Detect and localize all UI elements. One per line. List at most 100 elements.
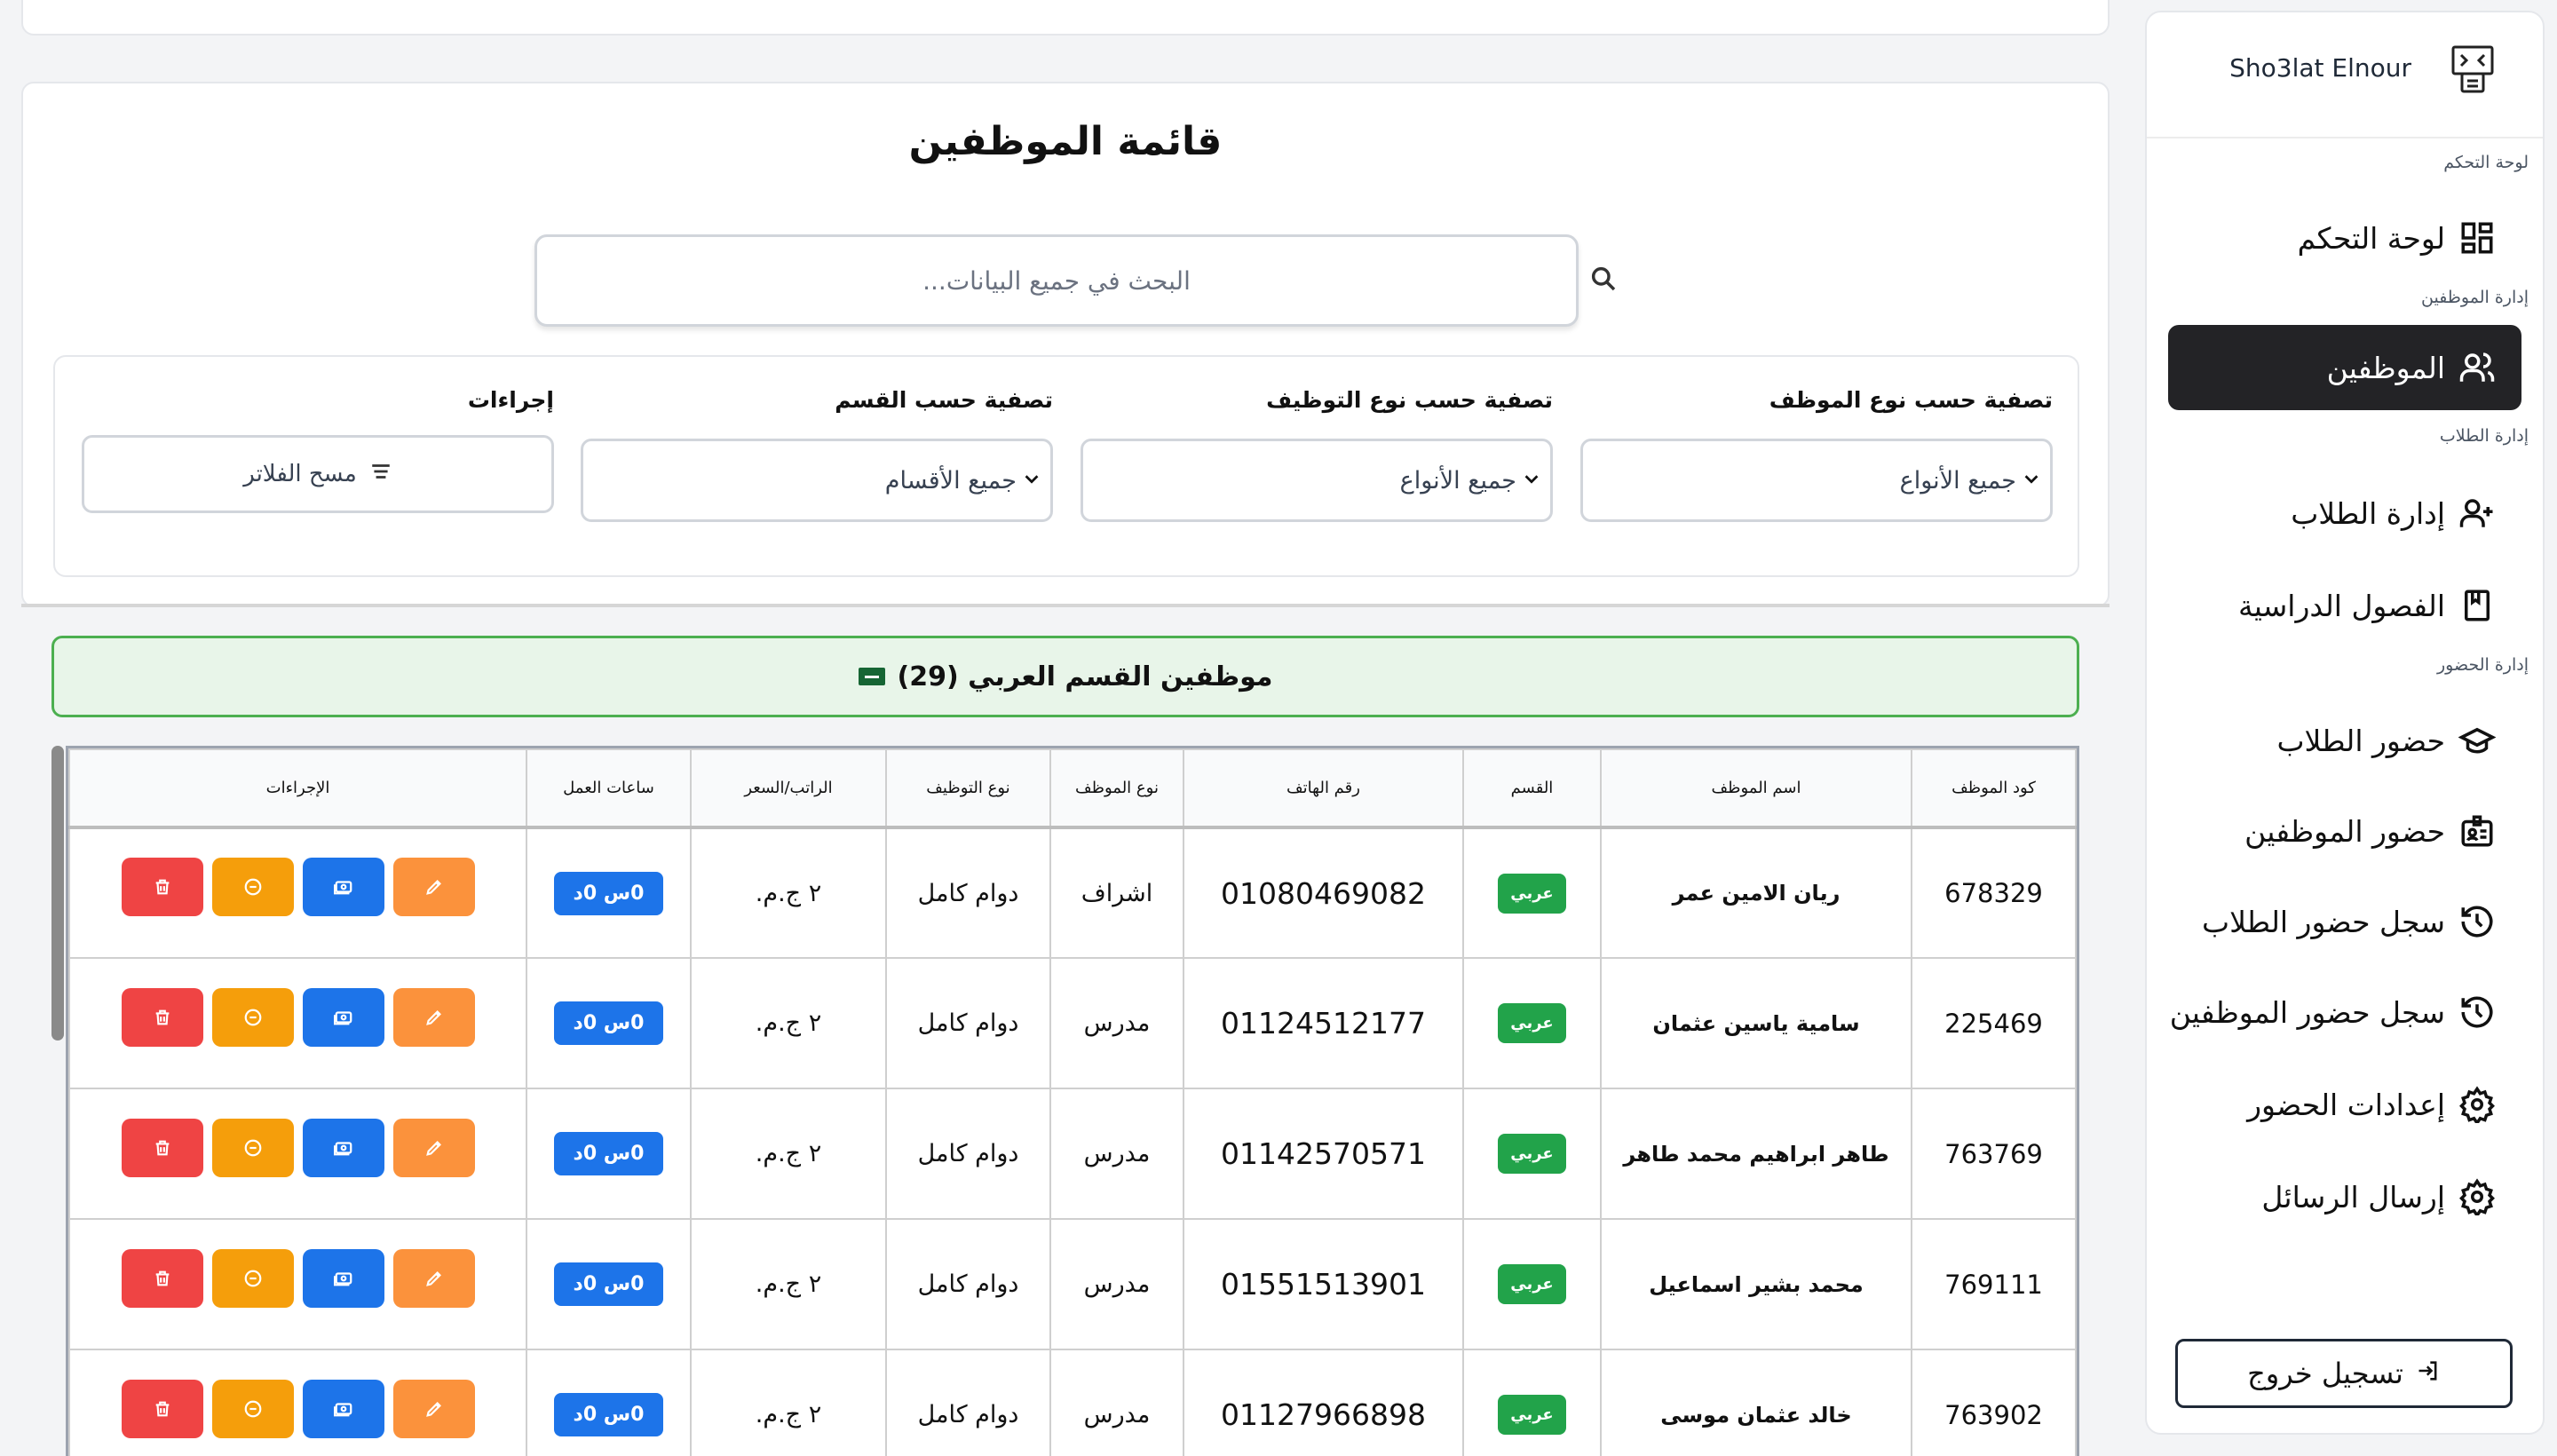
cell-phone: 01080469082 bbox=[1183, 827, 1464, 959]
logout-button[interactable]: تسجيل خروج bbox=[2175, 1339, 2513, 1408]
edit-button[interactable] bbox=[392, 1379, 475, 1438]
search-icon[interactable] bbox=[1584, 252, 1623, 305]
department-select[interactable]: جميع الأقسام bbox=[581, 439, 1053, 522]
sidebar-item-student-attendance-log[interactable]: سجل حضور الطلاب bbox=[2168, 879, 2521, 964]
row-actions bbox=[70, 858, 526, 916]
col-header-code[interactable]: كود الموظف bbox=[1911, 748, 2077, 829]
edit-button[interactable] bbox=[392, 1118, 475, 1177]
sidebar-item-label: إدارة الطلاب bbox=[2291, 495, 2445, 531]
pencil-icon bbox=[425, 1009, 441, 1025]
sidebar-item-students[interactable]: إدارة الطلاب bbox=[2168, 471, 2521, 556]
cell-actions bbox=[68, 1349, 527, 1456]
chevron-down-icon bbox=[1522, 467, 1541, 495]
suspend-button[interactable] bbox=[211, 987, 294, 1047]
sidebar-item-classes[interactable]: الفصول الدراسية bbox=[2168, 563, 2521, 648]
col-header-employee-type[interactable]: نوع الموظف bbox=[1049, 748, 1184, 829]
table-row[interactable]: 678329 ريان الامين عمر عربي 01080469082 … bbox=[68, 827, 2077, 959]
select-value: جميع الأنواع bbox=[1899, 466, 2016, 495]
edit-button[interactable] bbox=[392, 1248, 475, 1308]
col-header-phone[interactable]: رقم الهاتف bbox=[1183, 748, 1464, 829]
cell-code: 678329 bbox=[1911, 827, 2077, 959]
table-row[interactable]: 763902 خالد عثمان موسى عربي 01127966898 … bbox=[68, 1349, 2077, 1456]
trash-icon bbox=[155, 1140, 169, 1155]
sidebar-item-employee-attendance-log[interactable]: سجل حضور الموظفين bbox=[2168, 969, 2521, 1055]
col-header-salary[interactable]: الراتب/السعر bbox=[690, 748, 887, 829]
delete-button[interactable] bbox=[121, 1118, 203, 1177]
employees-table: كود الموظف اسم الموظف القسم رقم الهاتف ن… bbox=[66, 746, 2079, 1456]
sidebar-item-employee-attendance[interactable]: حضور الموظفين bbox=[2168, 788, 2521, 874]
logout-label: تسجيل خروج bbox=[2247, 1357, 2403, 1390]
filter-department: تصفية حسب القسم جميع الأقسام bbox=[581, 387, 1053, 522]
cell-department: عربي bbox=[1462, 1349, 1602, 1456]
row-actions bbox=[70, 987, 526, 1047]
employee-type-select[interactable]: جميع الأنواع bbox=[1580, 439, 2053, 522]
search-bar bbox=[534, 234, 1623, 327]
sidebar-item-label: سجل حضور الطلاب bbox=[2202, 904, 2445, 939]
table-scrollbar[interactable] bbox=[51, 746, 64, 1041]
sidebar-item-dashboard[interactable]: لوحة التحكم bbox=[2168, 195, 2521, 281]
col-header-name[interactable]: اسم الموظف bbox=[1600, 748, 1912, 829]
col-header-employment-type[interactable]: نوع التوظيف bbox=[885, 748, 1051, 829]
delete-button[interactable] bbox=[121, 987, 203, 1047]
table-row[interactable]: 769111 محمد بشير اسماعيل عربي 0155151390… bbox=[68, 1218, 2077, 1350]
trash-icon bbox=[155, 879, 169, 895]
suspend-button[interactable] bbox=[211, 1118, 294, 1177]
sidebar-item-label: حضور الموظفين bbox=[2244, 813, 2445, 849]
cell-employment-type: دوام كامل bbox=[885, 827, 1051, 959]
filter-label: تصفية حسب القسم bbox=[835, 387, 1053, 413]
cell-hours: 0س 0د bbox=[526, 1218, 692, 1350]
sidebar-item-label: الموظفين bbox=[2326, 350, 2445, 385]
department-badge: عربي bbox=[1498, 1134, 1566, 1174]
pencil-icon bbox=[425, 1401, 441, 1417]
sidebar-item-label: الفصول الدراسية bbox=[2238, 588, 2445, 623]
edit-button[interactable] bbox=[392, 987, 475, 1047]
delete-button[interactable] bbox=[121, 858, 203, 916]
cell-salary: ٢ ج.م. bbox=[690, 957, 887, 1089]
delete-button[interactable] bbox=[121, 1248, 203, 1308]
delete-button[interactable] bbox=[121, 1379, 203, 1438]
money-icon bbox=[333, 1141, 352, 1155]
section-title: موظفين القسم العربي (29) bbox=[897, 661, 1273, 692]
cell-actions bbox=[68, 1218, 527, 1350]
payment-button[interactable] bbox=[302, 1248, 384, 1308]
payment-button[interactable] bbox=[302, 987, 384, 1047]
brand-name: Sho3lat Elnour bbox=[2229, 53, 2411, 83]
work-hours-badge: 0س 0د bbox=[553, 871, 664, 915]
clear-filters-button[interactable]: مسح الفلاتر bbox=[82, 435, 554, 513]
department-badge: عربي bbox=[1498, 1003, 1566, 1043]
cell-name: خالد عثمان موسى bbox=[1600, 1349, 1912, 1456]
money-icon bbox=[333, 1402, 352, 1416]
sidebar-item-label: إعدادات الحضور bbox=[2247, 1087, 2445, 1122]
col-header-hours[interactable]: ساعات العمل bbox=[526, 748, 692, 829]
table-row[interactable]: 763769 طاهر ابراهيم محمد طاهر عربي 01142… bbox=[68, 1088, 2077, 1220]
col-header-department[interactable]: القسم bbox=[1462, 748, 1602, 829]
filter-label: إجراءات bbox=[467, 387, 554, 413]
sidebar-item-employees[interactable]: الموظفين bbox=[2168, 325, 2521, 410]
minus-circle-icon bbox=[244, 878, 261, 896]
id-badge-icon bbox=[2458, 811, 2497, 851]
money-icon bbox=[333, 1010, 352, 1025]
cell-phone: 01551513901 bbox=[1183, 1218, 1464, 1350]
sidebar-item-student-attendance[interactable]: حضور الطلاب bbox=[2168, 698, 2521, 783]
sidebar-item-attendance-settings[interactable]: إعدادات الحضور bbox=[2168, 1062, 2521, 1147]
graduation-cap-icon bbox=[2458, 721, 2497, 760]
sidebar-item-send-messages[interactable]: إرسال الرسائل bbox=[2168, 1154, 2521, 1239]
payment-button[interactable] bbox=[302, 1118, 384, 1177]
cell-actions bbox=[68, 957, 527, 1089]
suspend-button[interactable] bbox=[211, 1248, 294, 1308]
cell-employment-type: دوام كامل bbox=[885, 1218, 1051, 1350]
suspend-button[interactable] bbox=[211, 858, 294, 916]
logout-icon bbox=[2416, 1357, 2441, 1390]
suspend-button[interactable] bbox=[211, 1379, 294, 1438]
search-input[interactable] bbox=[534, 234, 1579, 327]
payment-button[interactable] bbox=[302, 1379, 384, 1438]
cell-department: عربي bbox=[1462, 1218, 1602, 1350]
cell-department: عربي bbox=[1462, 827, 1602, 959]
employment-type-select[interactable]: جميع الأنواع bbox=[1081, 439, 1553, 522]
payment-button[interactable] bbox=[302, 858, 384, 916]
table-row[interactable]: 225469 سامية ياسين عثمان عربي 0112451217… bbox=[68, 957, 2077, 1089]
history-icon bbox=[2458, 902, 2497, 941]
money-icon bbox=[333, 881, 352, 895]
work-hours-badge: 0س 0د bbox=[553, 1262, 664, 1306]
edit-button[interactable] bbox=[392, 858, 475, 916]
